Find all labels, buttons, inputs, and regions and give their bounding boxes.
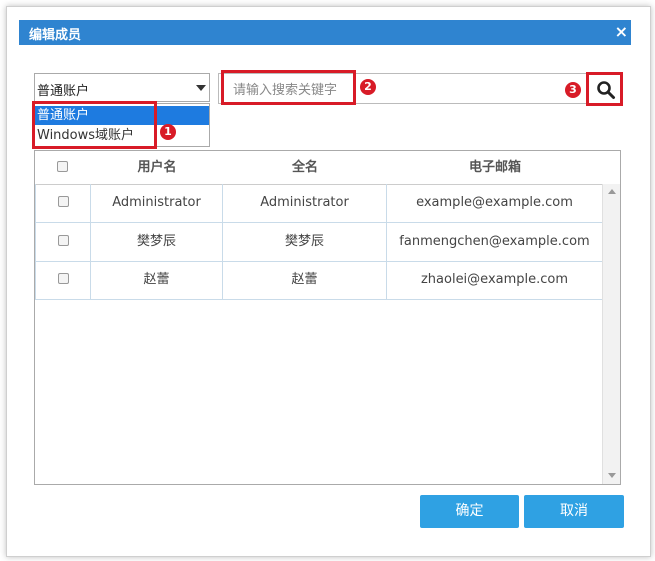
members-table: 用户名 全名 电子邮箱 Administrator Administrator … <box>34 150 621 485</box>
cell-email: fanmengchen@example.com <box>387 223 603 261</box>
table-scrollbar[interactable] <box>602 184 620 484</box>
header-fullname: 全名 <box>291 160 318 175</box>
annotation-badge-3: 3 <box>565 82 581 98</box>
cell-email: example@example.com <box>387 184 603 222</box>
cell-username: Administrator <box>91 184 223 222</box>
search-icon <box>597 81 615 99</box>
scroll-up-icon[interactable] <box>608 189 616 194</box>
search-button[interactable] <box>586 72 623 106</box>
annotation-badge-2: 2 <box>360 79 376 95</box>
row-checkbox[interactable] <box>58 273 69 284</box>
search-input[interactable] <box>231 80 565 100</box>
account-type-selected-value: 普通账户 <box>37 84 90 99</box>
table-row[interactable]: Administrator Administrator example@exam… <box>35 184 603 223</box>
row-checkbox[interactable] <box>58 196 69 207</box>
cell-username: 赵蕾 <box>91 261 223 299</box>
confirm-button[interactable]: 确定 <box>420 495 519 528</box>
cell-fullname: 樊梦辰 <box>223 223 387 261</box>
cell-fullname: Administrator <box>223 184 387 222</box>
dialog-titlebar: 编辑成员 × <box>19 20 631 45</box>
dialog-title: 编辑成员 <box>29 28 82 43</box>
annotation-badge-1: 1 <box>160 124 176 140</box>
select-all-checkbox[interactable] <box>57 161 68 172</box>
cell-username: 樊梦辰 <box>91 223 223 261</box>
header-select-all <box>35 151 91 184</box>
cancel-button[interactable]: 取消 <box>524 495 624 528</box>
table-row[interactable]: 樊梦辰 樊梦辰 fanmengchen@example.com <box>35 223 603 262</box>
account-type-select[interactable]: 普通账户 <box>34 73 210 102</box>
chevron-down-icon <box>196 85 206 91</box>
option-normal-account[interactable]: 普通账户 <box>35 106 209 125</box>
cell-fullname: 赵蕾 <box>223 261 387 299</box>
account-type-dropdown: 普通账户 Windows域账户 <box>34 103 210 147</box>
cell-email: zhaolei@example.com <box>387 261 603 299</box>
scroll-down-icon[interactable] <box>608 473 616 478</box>
header-email: 电子邮箱 <box>468 160 521 175</box>
table-header: 用户名 全名 电子邮箱 <box>35 151 603 185</box>
row-checkbox-cell <box>35 184 91 222</box>
row-checkbox-cell <box>35 223 91 261</box>
row-checkbox-cell <box>35 261 91 299</box>
row-checkbox[interactable] <box>58 235 69 246</box>
header-username: 用户名 <box>137 160 177 175</box>
close-icon[interactable]: × <box>615 22 628 41</box>
search-box <box>218 73 590 104</box>
table-row[interactable]: 赵蕾 赵蕾 zhaolei@example.com <box>35 261 603 300</box>
option-windows-domain-account[interactable]: Windows域账户 <box>35 126 209 145</box>
